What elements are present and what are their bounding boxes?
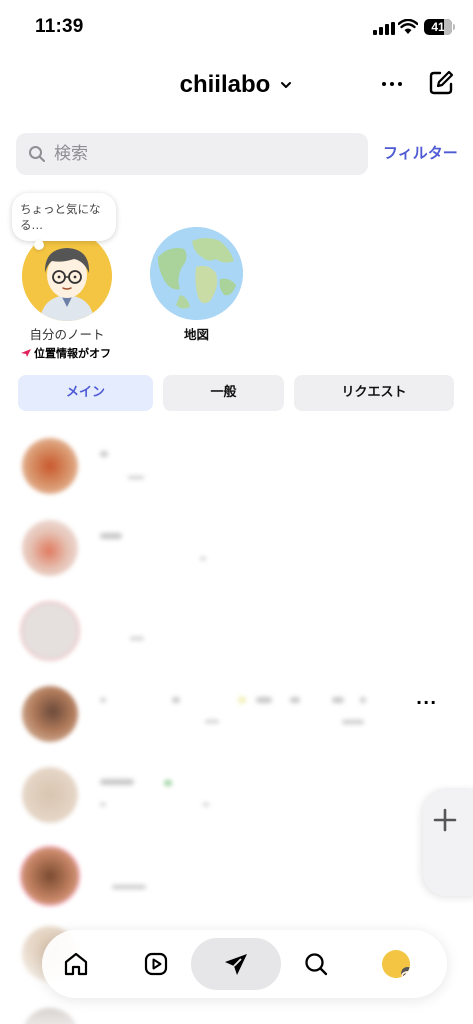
blurred-name — [256, 697, 272, 703]
note-bubble-tail — [34, 240, 44, 250]
new-note-button[interactable] — [423, 788, 473, 896]
globe-icon — [150, 227, 243, 320]
location-status-text: 位置情報がオフ — [34, 347, 111, 360]
status-time: 11:39 — [35, 16, 84, 37]
airplane-icon — [21, 349, 31, 357]
reels-icon — [144, 952, 168, 976]
location-status[interactable]: 位置情報がオフ — [20, 345, 111, 361]
search-icon — [29, 146, 45, 162]
battery-level: 41 — [431, 20, 445, 34]
plus-icon — [433, 808, 457, 832]
map-avatar[interactable] — [150, 227, 243, 320]
blurred-name — [100, 533, 122, 539]
map-label: 地図 — [183, 327, 209, 342]
avatar — [382, 950, 410, 978]
status-bar: 11:39 41 — [0, 0, 473, 54]
chevron-down-icon — [281, 82, 292, 88]
blurred-name — [100, 779, 134, 785]
nav-home[interactable] — [50, 938, 102, 990]
my-note-label: 自分のノート — [29, 327, 105, 342]
blurred-preview — [100, 803, 106, 806]
blurred-preview — [205, 720, 219, 723]
blurred-name — [360, 697, 366, 703]
avatar — [22, 686, 78, 742]
avatar — [20, 846, 80, 906]
home-icon — [64, 952, 88, 976]
blurred-name — [100, 698, 106, 702]
account-name: chiilabo — [179, 71, 271, 98]
blurred-name — [290, 697, 300, 703]
row-more-button[interactable]: ··· — [416, 693, 437, 712]
blurred-name — [332, 697, 344, 703]
battery-icon: 41 — [424, 19, 452, 35]
search-input[interactable]: 検索 — [16, 133, 368, 175]
nav-direct[interactable] — [191, 938, 281, 990]
tab-general[interactable]: 一般 — [163, 375, 284, 411]
note-bubble[interactable]: ちょっと気になる… — [12, 193, 116, 241]
blurred-name — [164, 780, 172, 786]
filter-button[interactable]: フィルター — [383, 142, 458, 163]
blurred-name — [238, 697, 246, 703]
avatar — [20, 601, 80, 661]
compose-icon[interactable] — [426, 68, 456, 98]
avatar — [22, 520, 78, 576]
nav-reels[interactable] — [130, 938, 182, 990]
nav-profile[interactable] — [370, 938, 422, 990]
cellular-signal-icon — [373, 22, 395, 35]
bottom-nav — [42, 930, 447, 998]
search-placeholder: 検索 — [54, 144, 88, 164]
more-icon[interactable] — [378, 70, 406, 98]
blurred-preview — [130, 637, 144, 640]
blurred-preview — [112, 885, 146, 889]
blurred-name — [172, 697, 180, 703]
explore-icon — [305, 953, 328, 976]
blurred-name — [100, 451, 108, 457]
avatar — [22, 438, 78, 494]
blurred-preview — [200, 557, 206, 560]
tab-requests[interactable]: リクエスト — [294, 375, 454, 411]
blurred-preview — [203, 803, 209, 806]
blurred-preview — [342, 720, 364, 724]
profile-illustration — [394, 962, 410, 978]
avatar — [22, 767, 78, 823]
nav-search[interactable] — [290, 938, 342, 990]
wifi-icon — [398, 19, 418, 34]
tab-main[interactable]: メイン — [18, 375, 153, 411]
blurred-preview — [128, 476, 144, 479]
battery-tip — [453, 24, 455, 30]
direct-icon — [225, 954, 247, 975]
